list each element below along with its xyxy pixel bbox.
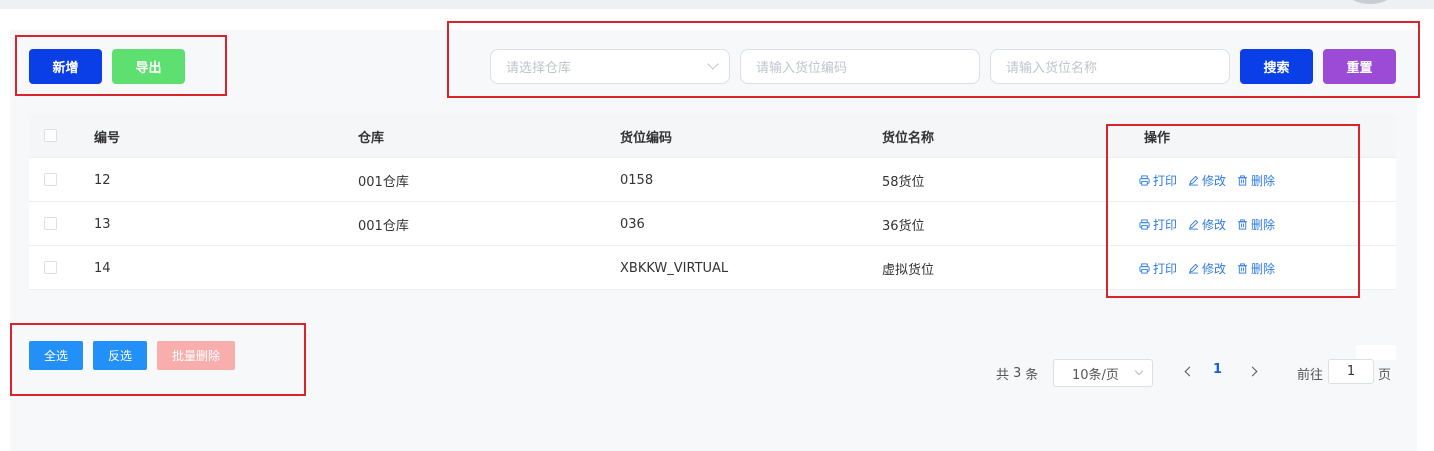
print-label: 打印 xyxy=(1153,261,1178,276)
delete-label: 删除 xyxy=(1251,261,1276,276)
row-actions: 打印 修改 删除 xyxy=(1139,202,1275,246)
goto-page-input[interactable]: 1 xyxy=(1328,359,1374,384)
search-button[interactable]: 搜索 xyxy=(1240,49,1313,84)
row-checkbox[interactable] xyxy=(44,261,57,274)
header-warehouse: 仓库 xyxy=(358,130,385,146)
total-suffix: 条 xyxy=(1025,368,1039,383)
top-bar xyxy=(0,0,1434,9)
edit-link[interactable]: 修改 xyxy=(1188,260,1226,277)
edit-icon xyxy=(1188,263,1199,274)
cell-location-name: 虚拟货位 xyxy=(882,262,935,278)
pagination-total: 共 3 条 xyxy=(996,364,1038,383)
table-row: 14 XBKKW_VIRTUAL 虚拟货位 打印 修改 删除 xyxy=(29,246,1396,290)
goto-page-value: 1 xyxy=(1346,364,1356,379)
print-link[interactable]: 打印 xyxy=(1139,260,1177,277)
edit-label: 修改 xyxy=(1202,261,1227,276)
add-button[interactable]: 新增 xyxy=(29,49,102,84)
cell-id: 13 xyxy=(94,216,111,232)
table-header: 编号 仓库 货位编码 货位名称 操作 xyxy=(29,114,1396,158)
delete-link[interactable]: 删除 xyxy=(1237,172,1275,189)
warehouse-select[interactable]: 请选择仓库 xyxy=(490,49,730,84)
select-all-checkbox[interactable] xyxy=(44,129,57,142)
invert-selection-button[interactable]: 反选 xyxy=(93,341,147,370)
edit-label: 修改 xyxy=(1202,173,1227,188)
batch-delete-button[interactable]: 批量删除 xyxy=(157,341,235,370)
delete-label: 删除 xyxy=(1251,173,1276,188)
location-table: 编号 仓库 货位编码 货位名称 操作 12 001仓库 0158 58货位 打印… xyxy=(29,114,1396,290)
cell-location-code: XBKKW_VIRTUAL xyxy=(620,260,729,276)
cell-warehouse: 001仓库 xyxy=(358,218,409,234)
print-label: 打印 xyxy=(1153,217,1178,232)
table-row: 12 001仓库 0158 58货位 打印 修改 删除 xyxy=(29,158,1396,202)
cell-location-name: 36货位 xyxy=(882,218,925,234)
select-all-button[interactable]: 全选 xyxy=(29,341,83,370)
edit-link[interactable]: 修改 xyxy=(1188,172,1226,189)
printer-icon xyxy=(1139,262,1150,274)
cell-location-code: 0158 xyxy=(620,172,654,188)
cell-id: 12 xyxy=(94,172,111,188)
print-link[interactable]: 打印 xyxy=(1139,216,1177,233)
row-actions: 打印 修改 删除 xyxy=(1139,246,1275,290)
page-size-select[interactable]: 10条/页 xyxy=(1053,359,1153,387)
delete-label: 删除 xyxy=(1251,217,1276,232)
goto-prefix: 前往 xyxy=(1297,368,1324,383)
total-count: 3 xyxy=(1013,366,1022,381)
current-page[interactable]: 1 xyxy=(1213,362,1222,377)
row-checkbox[interactable] xyxy=(44,173,57,186)
row-checkbox[interactable] xyxy=(44,217,57,230)
edit-icon xyxy=(1188,219,1199,230)
location-name-placeholder: 请输入货位名称 xyxy=(1006,61,1098,76)
export-button[interactable]: 导出 xyxy=(112,49,185,84)
chevron-down-icon xyxy=(707,58,719,70)
location-name-input[interactable]: 请输入货位名称 xyxy=(990,49,1230,84)
header-actions: 操作 xyxy=(1144,130,1171,146)
header-id: 编号 xyxy=(94,130,121,146)
warehouse-select-placeholder: 请选择仓库 xyxy=(506,61,572,76)
header-location-name: 货位名称 xyxy=(882,130,935,146)
edit-link[interactable]: 修改 xyxy=(1188,216,1226,233)
trash-icon xyxy=(1237,174,1248,186)
edit-icon xyxy=(1188,175,1199,186)
total-prefix: 共 xyxy=(996,368,1010,383)
delete-link[interactable]: 删除 xyxy=(1237,260,1275,277)
printer-icon xyxy=(1139,174,1150,186)
cell-id: 14 xyxy=(94,260,111,276)
cell-location-code: 036 xyxy=(620,216,645,232)
header-location-code: 货位编码 xyxy=(620,130,673,146)
goto-suffix: 页 xyxy=(1378,368,1392,383)
edit-label: 修改 xyxy=(1202,217,1227,232)
delete-link[interactable]: 删除 xyxy=(1237,216,1275,233)
print-link[interactable]: 打印 xyxy=(1139,172,1177,189)
cell-location-name: 58货位 xyxy=(882,174,925,190)
trash-icon xyxy=(1237,262,1248,274)
chevron-down-icon xyxy=(1134,366,1144,376)
pager-tab xyxy=(1356,345,1396,360)
location-code-placeholder: 请输入货位编码 xyxy=(756,61,848,76)
print-label: 打印 xyxy=(1153,173,1178,188)
printer-icon xyxy=(1139,218,1150,230)
reset-button[interactable]: 重置 xyxy=(1323,49,1396,84)
table-row: 13 001仓库 036 36货位 打印 修改 删除 xyxy=(29,202,1396,246)
cell-warehouse: 001仓库 xyxy=(358,174,409,190)
row-actions: 打印 修改 删除 xyxy=(1139,158,1275,202)
location-code-input[interactable]: 请输入货位编码 xyxy=(740,49,980,84)
page-size-value: 10条/页 xyxy=(1072,367,1119,383)
trash-icon xyxy=(1237,218,1248,230)
